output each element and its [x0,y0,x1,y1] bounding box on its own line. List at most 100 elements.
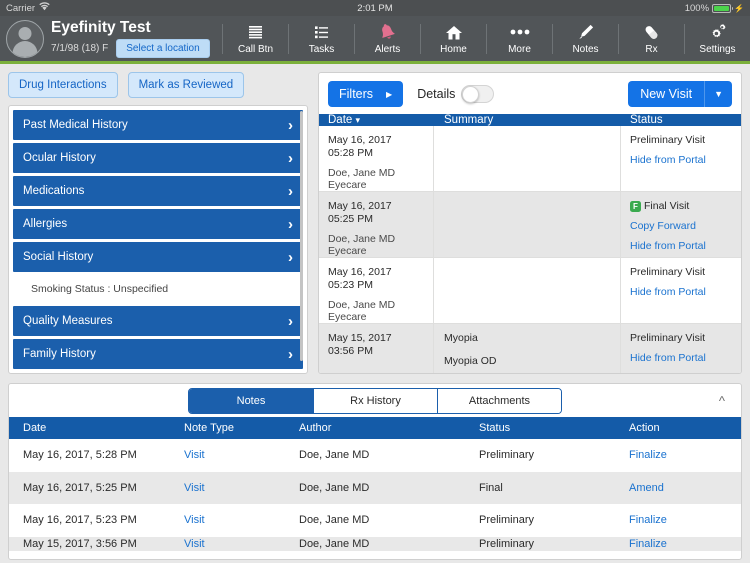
notes-col-note-type[interactable]: Note Type [184,422,299,434]
tab-notes[interactable]: Notes [189,388,313,413]
battery-percent-label: 100% [684,2,710,14]
accordion-label: Past Medical History [23,119,128,131]
drug-interactions-button[interactable]: Drug Interactions [8,72,118,98]
nav-label: Alerts [374,43,401,55]
table-row[interactable]: May 16, 2017, 5:28 PM Visit Doe, Jane MD… [9,439,741,472]
table-row[interactable]: May 15, 2017, 3:56 PM Visit Doe, Jane MD… [9,536,741,551]
visit-status-label: Preliminary Visit [630,134,706,146]
notes-col-author[interactable]: Author [299,422,479,434]
accordion-item-allergies[interactable]: Allergies › [13,209,303,239]
note-date: May 15, 2017, 3:56 PM [23,537,137,550]
note-type-link[interactable]: Visit [184,538,299,550]
filters-button[interactable]: Filters ▶ [328,81,404,107]
accordion-item-social-history[interactable]: Social History › [13,242,303,272]
table-row[interactable]: May 16, 2017 05:28 PM Doe, Jane MD Eyeca… [319,126,741,192]
chevron-down-icon: ▼ [714,89,723,99]
details-toggle[interactable] [461,85,495,103]
visit-practice: Eyecare [328,178,367,191]
nav-item-call-btn[interactable]: Call Btn [223,16,288,61]
notes-col-date[interactable]: Date [9,422,184,434]
accordion-scrollbar[interactable] [300,111,303,361]
nav-item-home[interactable]: Home [421,16,486,61]
visit-date-cell: May 16, 2017 05:23 PM Doe, Jane MD Eyeca… [319,258,434,323]
visit-date-cell: May 15, 2017 03:56 PM [319,324,434,373]
accordion-item-quality-measures[interactable]: Quality Measures › [13,306,303,336]
table-row[interactable]: May 16, 2017, 5:25 PM Visit Doe, Jane MD… [9,471,741,504]
lightning-bolt-icon: ⚡ [734,3,744,13]
nav-item-more[interactable]: More [487,16,552,61]
visits-col-date[interactable]: Date ▾ [319,114,434,126]
visit-date: May 16, 2017 [328,134,392,146]
tab-attachments[interactable]: Attachments [437,388,561,413]
note-status: Final [479,481,503,494]
table-row[interactable]: May 16, 2017 05:23 PM Doe, Jane MD Eyeca… [319,258,741,324]
patient-dob: 7/1/98 (18) F [51,43,109,54]
hide-from-portal-link[interactable]: Hide from Portal [630,286,735,298]
visit-time: 05:25 PM [328,212,373,225]
accordion-label: Allergies [23,218,68,230]
note-action-link[interactable]: Finalize [629,449,741,461]
visit-provider: Doe, Jane MD [328,233,396,245]
visits-toolbar: Filters ▶ Details New Visit ▼ [319,73,741,114]
note-action-link[interactable]: Finalize [629,514,741,526]
avatar [6,19,44,58]
hide-from-portal-link[interactable]: Hide from Portal [630,154,735,166]
chevron-up-icon[interactable]: ^ [719,393,725,408]
patient-name: Eyefinity Test [51,19,151,36]
nav-item-tasks[interactable]: Tasks [289,16,354,61]
status-badge: Preliminary Visit [630,266,735,278]
note-action-link[interactable]: Finalize [629,538,741,550]
hide-from-portal-link[interactable]: Hide from Portal [630,352,735,364]
note-action-link[interactable]: Amend [629,482,741,494]
nav-label: Call Btn [237,43,273,55]
visits-table: Date ▾ Summary Status May 16, 2017 05:28… [319,114,741,373]
visits-col-status[interactable]: Status [621,114,741,126]
table-row[interactable]: May 16, 2017, 5:23 PM Visit Doe, Jane MD… [9,504,741,537]
top-row: Drug Interactions Mark as Reviewed Past … [8,72,742,374]
copy-forward-link[interactable]: Copy Forward [630,220,735,232]
lines-list-icon [247,23,264,42]
accordion-item-past-medical-history[interactable]: Past Medical History › [13,110,303,140]
new-visit-button[interactable]: New Visit [628,81,705,107]
table-row[interactable]: May 16, 2017 05:25 PM Doe, Jane MD Eyeca… [319,192,741,258]
notes-col-status[interactable]: Status [479,422,629,434]
accordion-item-family-history[interactable]: Family History › [13,339,303,369]
patient-summary[interactable]: Eyefinity Test 7/1/98 (18) F Select a lo… [0,19,222,58]
note-author: Doe, Jane MD [299,481,370,494]
nav-label: Rx [645,43,658,55]
nav-label: Settings [699,43,736,55]
note-author: Doe, Jane MD [299,449,370,462]
accordion-item-medications[interactable]: Medications › [13,176,303,206]
table-row[interactable]: May 15, 2017 03:56 PM Myopia Myopia OD P… [319,324,741,373]
notes-col-action[interactable]: Action [629,422,741,434]
note-type-link[interactable]: Visit [184,514,299,526]
tasks-checklist-icon [313,23,330,42]
nav-item-settings[interactable]: Settings [685,16,750,61]
visits-col-summary[interactable]: Summary [434,114,621,126]
visit-status-cell: Preliminary Visit Hide from Portal [621,126,741,191]
notes-tabs: Notes Rx History Attachments [188,387,562,414]
accordion-item-ocular-history[interactable]: Ocular History › [13,143,303,173]
nav-item-rx[interactable]: Rx [619,16,684,61]
mark-as-reviewed-button[interactable]: Mark as Reviewed [127,72,245,98]
note-status: Preliminary [479,537,535,550]
tab-rx-history[interactable]: Rx History [313,388,437,413]
visit-status-label: Preliminary Visit [630,266,706,278]
note-type-link[interactable]: Visit [184,482,299,494]
chevron-right-icon: › [288,215,293,233]
new-visit-dropdown-button[interactable]: ▼ [704,81,732,107]
history-panel: Drug Interactions Mark as Reviewed Past … [8,72,308,374]
visit-status-cell: F Final Visit Copy Forward Hide from Por… [621,192,741,257]
chevron-right-icon: › [288,116,293,134]
nav-item-alerts[interactable]: Alerts [355,16,420,61]
select-location-button[interactable]: Select a location [116,39,210,58]
visit-date-cell: May 16, 2017 05:25 PM Doe, Jane MD Eyeca… [319,192,434,257]
visit-summary-cell [434,192,621,257]
nav-label: Notes [572,43,599,55]
hide-from-portal-link[interactable]: Hide from Portal [630,240,735,252]
visit-status-label: Preliminary Visit [630,332,706,344]
nav-item-notes[interactable]: Notes [553,16,618,61]
final-visit-badge-icon: F [630,200,641,212]
note-type-link[interactable]: Visit [184,449,299,461]
accordion-label: Family History [23,348,96,360]
